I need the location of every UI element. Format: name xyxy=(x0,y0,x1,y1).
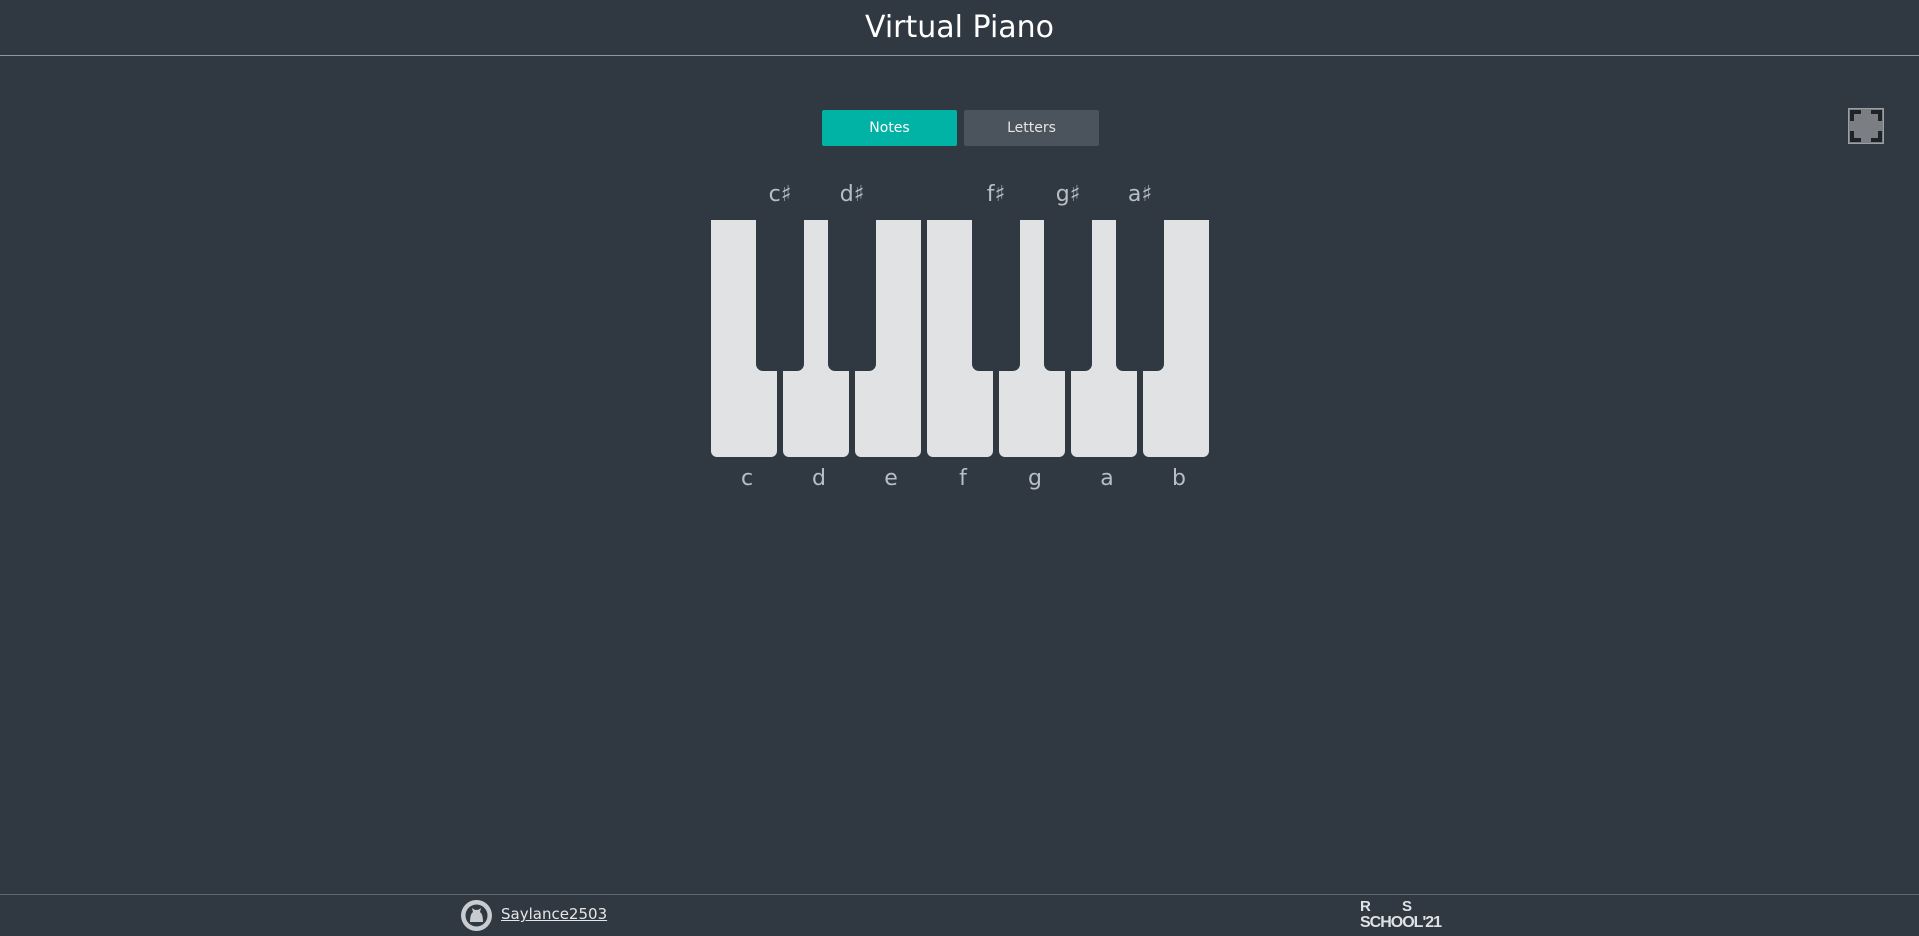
black-key-label: d♯ xyxy=(839,182,865,207)
letters-button[interactable]: Letters xyxy=(964,110,1099,146)
fullscreen-icon xyxy=(1850,110,1882,142)
footer xyxy=(0,894,1919,936)
fullscreen-button[interactable] xyxy=(1848,108,1884,144)
white-key-label: c xyxy=(740,466,754,491)
black-key-label: g♯ xyxy=(1055,182,1081,207)
white-key-label: a xyxy=(1100,466,1114,491)
white-key-label: b xyxy=(1172,466,1186,491)
mode-toggle: Notes Letters xyxy=(822,110,1099,146)
black-key-label: f♯ xyxy=(986,182,1006,207)
white-key-label: e xyxy=(884,466,898,491)
github-icon[interactable] xyxy=(461,900,492,931)
author-link[interactable]: Saylance2503 xyxy=(501,905,607,923)
black-key-label: c♯ xyxy=(768,182,792,207)
piano-key-d-sharp[interactable] xyxy=(828,220,876,371)
white-key-label: f xyxy=(959,466,967,491)
white-key-label: g xyxy=(1028,466,1042,491)
black-key-label: a♯ xyxy=(1127,182,1153,207)
notes-button[interactable]: Notes xyxy=(822,110,957,146)
piano-keyboard xyxy=(711,220,1209,458)
piano-key-g-sharp[interactable] xyxy=(1044,220,1092,371)
header: Virtual Piano xyxy=(0,0,1919,56)
piano-key-c-sharp[interactable] xyxy=(756,220,804,371)
white-key-label: d xyxy=(812,466,826,491)
page: Virtual Piano Notes Letters c♯ d♯ f♯ g♯ … xyxy=(0,0,1919,936)
piano-key-f-sharp[interactable] xyxy=(972,220,1020,371)
piano-key-a-sharp[interactable] xyxy=(1116,220,1164,371)
rs-school-logo[interactable]: R S SCHOOL'21 xyxy=(1358,899,1464,933)
page-title: Virtual Piano xyxy=(864,10,1055,45)
